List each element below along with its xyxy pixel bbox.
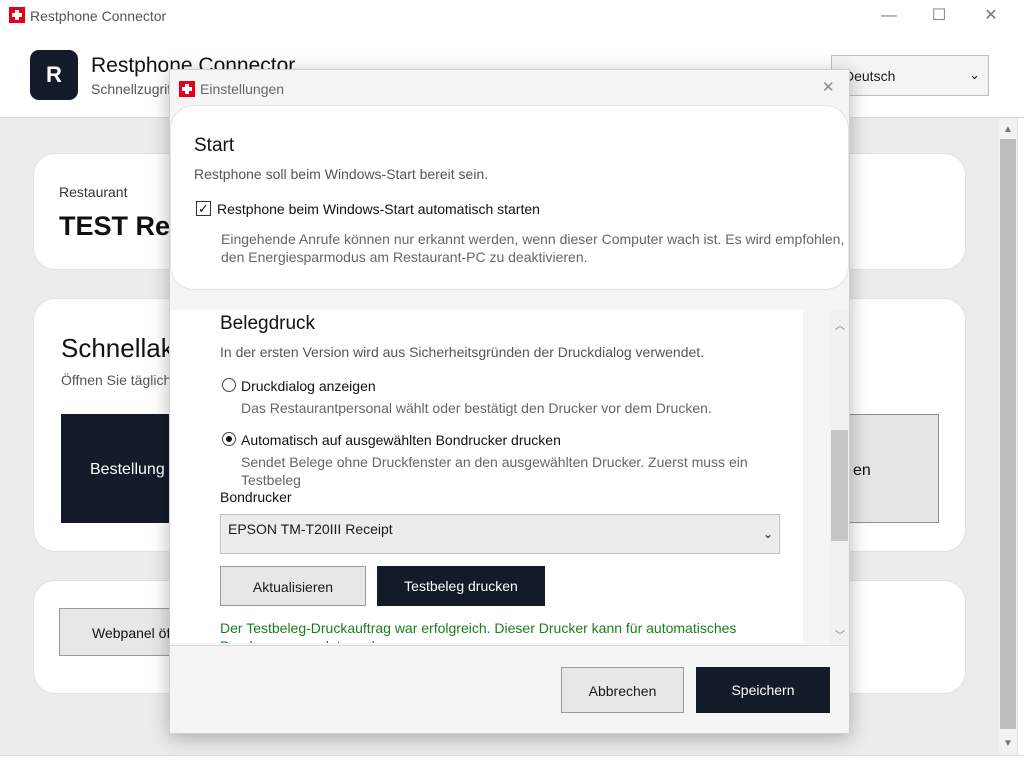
print-scroll-area[interactable]: Belegdruck In der ersten Version wird au…: [170, 310, 849, 643]
test-print-button[interactable]: Testbeleg drucken: [377, 566, 545, 606]
dialog-scroll-up-icon[interactable]: ︿: [835, 317, 845, 332]
cancel-button[interactable]: Abbrechen: [561, 667, 684, 713]
language-select[interactable]: Deutsch ⌄: [831, 55, 989, 96]
quick-actions-subtitle: Öffnen Sie täglich: [61, 372, 172, 388]
printer-select[interactable]: EPSON TM-T20III Receipt ⌄: [220, 514, 780, 554]
taskbar-strip: [0, 755, 1024, 768]
save-button[interactable]: Speichern: [696, 667, 830, 713]
start-subtitle: Restphone soll beim Windows-Start bereit…: [194, 166, 489, 182]
start-heading: Start: [194, 135, 235, 156]
printer-label: Bondrucker: [220, 489, 292, 505]
autostart-label: Restphone beim Windows-Start automatisch…: [217, 201, 540, 217]
scroll-up-icon[interactable]: ▲: [1003, 124, 1013, 135]
settings-dialog: Einstellungen ✕ Start Restphone soll bei…: [169, 69, 850, 734]
print-heading: Belegdruck: [220, 313, 316, 334]
printer-value: EPSON TM-T20III Receipt: [228, 521, 393, 537]
main-scrollbar-thumb[interactable]: [1000, 139, 1016, 729]
dialog-footer-divider: [170, 645, 849, 646]
orders-button-label: Bestellung: [90, 461, 165, 478]
chevron-down-icon: ⌄: [969, 67, 980, 82]
radio-auto-print[interactable]: [222, 432, 236, 446]
restaurant-name: TEST Res: [59, 211, 186, 241]
quick-actions-title: Schnellakt: [61, 333, 181, 363]
print-subtitle: In der ersten Version wird aus Sicherhei…: [220, 344, 705, 360]
option-print-dialog-label: Druckdialog anzeigen: [241, 378, 376, 394]
test-print-success-message: Der Testbeleg-Druckauftrag war erfolgrei…: [220, 620, 737, 643]
background-window-edge: [1017, 119, 1024, 755]
window-title: Restphone Connector: [30, 8, 167, 24]
dialog-close-button[interactable]: ✕: [822, 78, 835, 96]
app-logo: R: [30, 50, 78, 100]
dialog-title: Einstellungen: [200, 81, 285, 97]
option-auto-print-hint: Sendet Belege ohne Druckfenster an den a…: [241, 454, 748, 488]
radio-print-dialog[interactable]: [222, 378, 236, 392]
app-subtitle: Schnellzugriff: [91, 81, 175, 97]
swiss-flag-icon: [179, 81, 195, 97]
dialog-scroll-down-icon[interactable]: ﹀: [835, 627, 845, 642]
window-titlebar: Restphone Connector — ☐ ✕: [0, 0, 1024, 32]
webpanel-button-label: Webpanel öf: [92, 625, 171, 641]
refresh-button[interactable]: Aktualisieren: [220, 566, 366, 606]
language-value: Deutsch: [844, 68, 896, 84]
close-window-button[interactable]: ✕: [976, 4, 1006, 28]
maximize-button[interactable]: ☐: [924, 4, 954, 28]
swiss-flag-icon: [9, 7, 25, 23]
option-auto-print-label: Automatisch auf ausgewählten Bondrucker …: [241, 432, 561, 448]
restaurant-label: Restaurant: [59, 184, 128, 200]
scroll-down-icon[interactable]: ▼: [1003, 738, 1013, 749]
orders-button[interactable]: Bestellung: [61, 414, 181, 523]
autostart-hint-line2: den Energiesparmodus am Restaurant-PC zu…: [221, 249, 588, 265]
dialog-scrollbar-thumb[interactable]: [831, 430, 848, 541]
option-print-dialog-hint: Das Restaurantpersonal wählt oder bestät…: [241, 400, 712, 416]
autostart-hint-line1: Eingehende Anrufe können nur erkannt wer…: [221, 231, 845, 247]
quick-action-right-label: en: [853, 462, 871, 479]
autostart-checkbox[interactable]: ✓: [196, 201, 211, 216]
start-section: Start Restphone soll beim Windows-Start …: [170, 105, 849, 290]
print-section: Belegdruck In der ersten Version wird au…: [170, 310, 803, 643]
chevron-down-icon: ⌄: [762, 527, 773, 541]
minimize-button[interactable]: —: [874, 4, 904, 28]
